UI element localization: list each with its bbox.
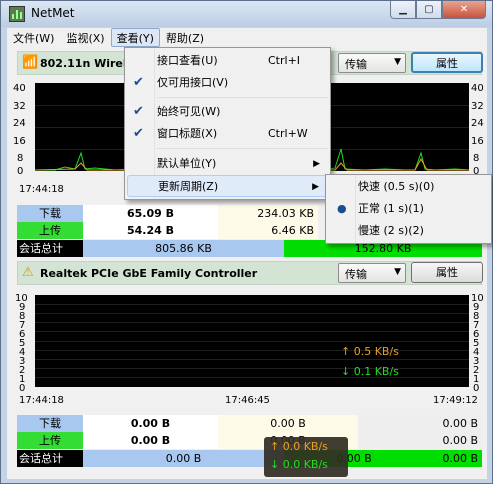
properties-button[interactable]: 属性 <box>411 52 483 73</box>
row-label: 会话总计 <box>17 450 83 467</box>
row-label: 上传 <box>17 222 83 239</box>
row-value-current: 54.24 B <box>83 222 218 239</box>
menu-item-default-unit[interactable]: 默认单位(Y) ▶ <box>127 153 328 175</box>
y-tick-right: 0 <box>473 383 480 394</box>
row-label: 会话总计 <box>17 240 83 257</box>
submenu-item-normal[interactable]: ● 正常 (1 s)(1) <box>328 198 489 220</box>
submenu-item-slow[interactable]: 慢速 (2 s)(2) <box>328 220 489 242</box>
y-tick: 32 <box>13 101 26 112</box>
table-row: 会话总计 0.00 B 0.00 B 0.00 B <box>17 450 482 467</box>
submenu-arrow-icon: ▶ <box>313 159 320 169</box>
menu-help[interactable]: 帮助(Z) <box>160 28 210 47</box>
row-value-current: 0.00 B <box>83 415 218 432</box>
menu-item-shortcut: Ctrl+I <box>268 54 301 67</box>
upload-rate-overlay: ↑ 0.5 KB/s <box>341 345 399 358</box>
checkmark-icon: ✔ <box>133 104 144 119</box>
netmet-app-icon <box>9 6 25 22</box>
maximize-icon: ▢ <box>424 4 434 15</box>
session-download-total: 805.86 KB <box>83 240 284 257</box>
y-tick-right: 32 <box>471 101 484 112</box>
minimize-button[interactable]: ▁ <box>390 1 416 19</box>
menu-item-update-period[interactable]: 更新周期(Z) ▶ <box>127 175 328 197</box>
menu-item-label: 正常 (1 s)(1) <box>358 202 424 215</box>
y-tick: 8 <box>17 153 24 164</box>
y-tick-right: 16 <box>471 136 484 147</box>
menu-item-window-title[interactable]: ✔ 窗口标题(X) Ctrl+W <box>127 123 328 145</box>
checkmark-icon: ✔ <box>133 75 144 90</box>
row-value-total: 234.03 KB <box>218 205 318 222</box>
tooltip-download-rate: ↓ 0.0 KB/s <box>270 458 328 471</box>
row-label: 下载 <box>17 205 83 222</box>
y-tick-right: 40 <box>471 83 484 94</box>
menu-item-shortcut: Ctrl+W <box>268 127 308 140</box>
download-rate-overlay: ↓ 0.1 KB/s <box>341 365 399 378</box>
menu-monitor[interactable]: 监视(X) <box>60 28 110 47</box>
row-label: 下载 <box>17 415 83 432</box>
menu-item-label: 更新周期(Z) <box>158 180 219 193</box>
view-menu-popup: 接口查看(U) Ctrl+I ✔ 仅可用接口(V) ✔ 始终可见(W) ✔ 窗口… <box>124 47 331 200</box>
close-icon: ✕ <box>459 4 469 15</box>
menu-bar: 文件(W) 监视(X) 查看(Y) 帮助(Z) <box>7 28 487 47</box>
stats-table-ethernet: 下载 0.00 B 0.00 B 0.00 B 上传 0.00 B 0.00 B… <box>17 415 482 467</box>
y-tick-right: 24 <box>471 118 484 129</box>
row-value-current: 0.00 B <box>83 432 218 449</box>
menu-item-label: 仅可用接口(V) <box>157 76 229 89</box>
menu-item-label: 始终可见(W) <box>157 105 221 118</box>
properties-button[interactable]: 属性 <box>411 262 483 283</box>
row-value-total: 0.00 B <box>218 415 358 432</box>
menu-item-label: 慢速 (2 s)(2) <box>358 224 424 237</box>
row-value-total: 6.46 KB <box>218 222 318 239</box>
maximize-button[interactable]: ▢ <box>416 1 442 19</box>
row-value-total-2: 0.00 B <box>358 432 482 449</box>
menu-item-label: 窗口标题(X) <box>157 127 218 140</box>
update-period-submenu: 快速 (0.5 s)(0) ● 正常 (1 s)(1) 慢速 (2 s)(2) <box>325 174 492 244</box>
menu-item-label: 默认单位(Y) <box>157 157 217 170</box>
mode-select-value: 传输 <box>345 268 367 281</box>
mode-select-value: 传输 <box>345 58 367 71</box>
mode-select[interactable]: 传输 ▼ <box>338 53 406 73</box>
x-tick: 17:46:45 <box>225 395 270 406</box>
y-tick: 24 <box>13 118 26 129</box>
menu-file[interactable]: 文件(W) <box>7 28 60 47</box>
session-total: 0.00 B <box>424 450 482 467</box>
x-tick: 17:44:18 <box>19 184 64 195</box>
y-tick: 0 <box>17 166 24 177</box>
title-bar[interactable]: NetMet ▁ ▢ ✕ <box>1 1 492 27</box>
window-title: NetMet <box>31 6 75 20</box>
row-value-total-2: 0.00 B <box>358 415 482 432</box>
menu-item-label: 快速 (0.5 s)(0) <box>358 180 435 193</box>
chevron-down-icon: ▼ <box>394 57 401 67</box>
wifi-icon: 📶 <box>22 55 39 70</box>
mode-select[interactable]: 传输 ▼ <box>338 263 406 283</box>
tray-rate-tooltip: ↑ 0.0 KB/s ↓ 0.0 KB/s <box>264 437 348 477</box>
session-download-total: 0.00 B <box>83 450 284 467</box>
checkmark-icon: ✔ <box>133 126 144 141</box>
y-tick: 16 <box>13 136 26 147</box>
submenu-arrow-icon: ▶ <box>312 182 319 192</box>
warning-icon: ⚠ <box>22 265 34 280</box>
radio-selected-icon: ● <box>337 202 347 215</box>
chevron-down-icon: ▼ <box>394 267 401 277</box>
y-tick: 40 <box>13 83 26 94</box>
row-value-current: 65.09 B <box>83 205 218 222</box>
close-button[interactable]: ✕ <box>442 1 486 19</box>
tooltip-upload-rate: ↑ 0.0 KB/s <box>270 440 328 453</box>
traffic-graph-ethernet: ↑ 0.5 KB/s ↓ 0.1 KB/s <box>35 295 469 387</box>
menu-item-always-visible[interactable]: ✔ 始终可见(W) <box>127 101 328 123</box>
table-row: 下载 0.00 B 0.00 B 0.00 B <box>17 415 482 432</box>
submenu-item-fast[interactable]: 快速 (0.5 s)(0) <box>328 176 489 198</box>
x-tick: 17:44:18 <box>19 395 64 406</box>
table-row: 上传 0.00 B 0.00 B 0.00 B <box>17 432 482 449</box>
menu-item-available-only[interactable]: ✔ 仅可用接口(V) <box>127 72 328 94</box>
netmet-window: NetMet ▁ ▢ ✕ 文件(W) 监视(X) 查看(Y) 帮助(Z) 📶 8… <box>0 0 493 484</box>
adapter-name: Realtek PCIe GbE Family Controller <box>40 267 258 280</box>
minimize-icon: ▁ <box>399 4 407 15</box>
row-label: 上传 <box>17 432 83 449</box>
menu-item-label: 接口查看(U) <box>157 54 218 67</box>
y-tick: 0 <box>19 383 26 394</box>
menu-view[interactable]: 查看(Y) <box>110 28 160 47</box>
x-tick: 17:49:12 <box>433 395 478 406</box>
menu-item-interface-view[interactable]: 接口查看(U) Ctrl+I <box>127 50 328 72</box>
y-tick-right: 8 <box>473 153 480 164</box>
